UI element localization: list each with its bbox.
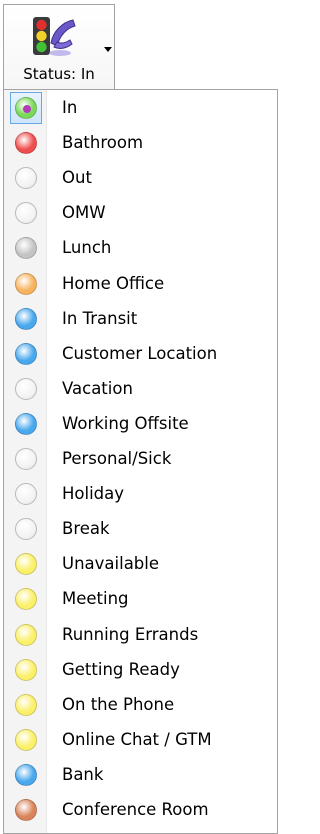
blue-status-icon	[15, 412, 37, 435]
menu-item-label: Break	[62, 519, 110, 539]
menu-item-label: Bank	[62, 764, 104, 784]
red-status-icon	[15, 132, 37, 155]
menu-item-label: Out	[62, 168, 92, 188]
menu-item-bank[interactable]: Bank	[4, 758, 277, 792]
menu-item-personal-sick[interactable]: Personal/Sick	[4, 442, 277, 476]
yellow-status-icon	[15, 588, 37, 611]
empty-status-icon	[15, 202, 37, 225]
dropdown-arrow-icon[interactable]	[102, 43, 114, 55]
menu-item-holiday[interactable]: Holiday	[4, 477, 277, 511]
status-caption: Status: In	[23, 65, 95, 83]
menu-item-label: Vacation	[62, 378, 133, 398]
menu-item-label: Running Errands	[62, 624, 199, 644]
empty-status-icon	[15, 518, 37, 541]
empty-status-icon	[15, 377, 37, 400]
menu-item-conference-room[interactable]: Conference Room	[4, 793, 277, 827]
menu-item-bathroom[interactable]: Bathroom	[4, 126, 277, 160]
blue-status-icon	[15, 307, 37, 330]
menu-item-on-the-phone[interactable]: On the Phone	[4, 688, 277, 722]
status-button[interactable]: Status: In	[3, 4, 115, 89]
menu-item-getting-ready[interactable]: Getting Ready	[4, 653, 277, 687]
gray-status-icon	[15, 237, 37, 260]
selected-indicator	[10, 92, 42, 124]
brown-status-icon	[15, 799, 37, 821]
menu-item-home-office[interactable]: Home Office	[4, 267, 277, 301]
menu-item-label: In	[62, 98, 78, 117]
menu-item-label: Online Chat / GTM	[62, 729, 212, 749]
menu-item-label: Working Offsite	[62, 413, 189, 433]
menu-item-label: Customer Location	[62, 343, 218, 363]
green-status-icon	[15, 97, 37, 119]
status-widget: Status: In In Bathroom Out OMW Lunch Home Off…	[0, 0, 278, 834]
menu-item-in[interactable]: In	[4, 91, 277, 125]
status-menu: In Bathroom Out OMW Lunch Home Office In Trans…	[3, 89, 278, 834]
yellow-status-icon	[15, 553, 37, 576]
orange-status-icon	[15, 272, 37, 295]
menu-item-label: Conference Room	[62, 800, 209, 819]
menu-item-label: Lunch	[62, 238, 112, 258]
menu-item-customer-location[interactable]: Customer Location	[4, 337, 277, 371]
yellow-status-icon	[15, 658, 37, 681]
blue-status-icon	[15, 763, 37, 786]
menu-item-break[interactable]: Break	[4, 512, 277, 546]
menu-item-meeting[interactable]: Meeting	[4, 582, 277, 616]
menu-item-running-errands[interactable]: Running Errands	[4, 618, 277, 652]
yellow-status-icon	[15, 693, 37, 716]
menu-item-online-chat-gtm[interactable]: Online Chat / GTM	[4, 723, 277, 757]
menu-item-label: Getting Ready	[62, 659, 180, 679]
menu-item-in-transit[interactable]: In Transit	[4, 302, 277, 336]
yellow-status-icon	[15, 728, 37, 751]
menu-item-label: In Transit	[62, 308, 138, 328]
menu-item-vacation[interactable]: Vacation	[4, 372, 277, 406]
menu-item-working-offsite[interactable]: Working Offsite	[4, 407, 277, 441]
empty-status-icon	[15, 167, 37, 190]
traffic-light-phone-icon	[33, 17, 76, 56]
empty-status-icon	[15, 448, 37, 470]
menu-item-label: Personal/Sick	[62, 449, 172, 468]
menu-item-label: Unavailable	[62, 554, 160, 574]
menu-item-label: Bathroom	[62, 133, 144, 153]
checked-dot-icon	[23, 105, 31, 113]
menu-item-out[interactable]: Out	[4, 161, 277, 195]
menu-item-omw[interactable]: OMW	[4, 196, 277, 230]
menu-item-label: OMW	[62, 203, 106, 223]
empty-status-icon	[15, 483, 37, 506]
yellow-status-icon	[15, 623, 37, 646]
menu-item-label: Meeting	[62, 589, 129, 609]
menu-item-label: Holiday	[62, 484, 125, 504]
blue-status-icon	[15, 342, 37, 365]
menu-item-lunch[interactable]: Lunch	[4, 231, 277, 265]
menu-item-label: On the Phone	[62, 694, 175, 714]
menu-item-label: Home Office	[62, 273, 165, 293]
menu-item-unavailable[interactable]: Unavailable	[4, 547, 277, 581]
